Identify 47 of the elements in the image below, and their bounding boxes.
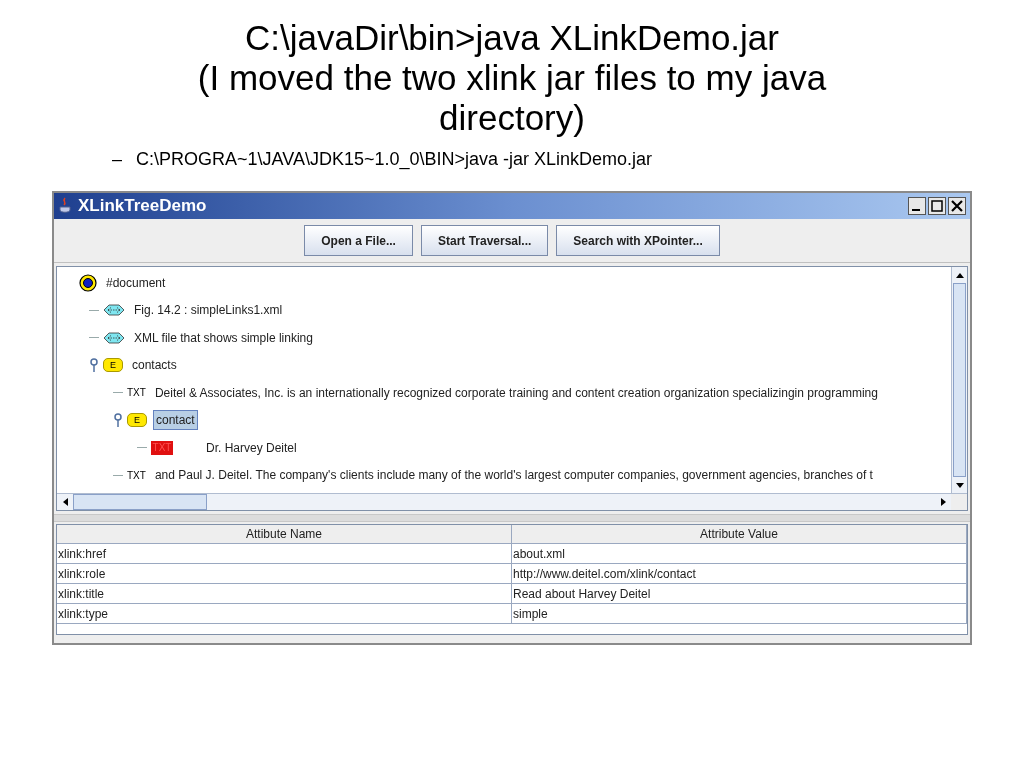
table-cell: http://www.deitel.com/xlink/contact — [512, 564, 967, 584]
bullet-marker: – — [112, 148, 122, 171]
element-node-icon: E — [103, 358, 123, 373]
tree-node[interactable]: Dr. Harvey Deitel — [203, 437, 300, 458]
toolbar-button[interactable]: Search with XPointer... — [556, 225, 720, 256]
element-node-icon: E — [127, 413, 147, 428]
vertical-scrollbar[interactable] — [951, 267, 967, 493]
close-icon[interactable] — [948, 197, 966, 215]
document-node-icon — [79, 273, 97, 292]
scroll-down-icon[interactable] — [955, 482, 964, 488]
tree-node[interactable]: contact — [153, 410, 198, 431]
window-title: XLinkTreeDemo — [78, 195, 207, 218]
text-node-icon: TXT — [151, 440, 173, 455]
expanded-handle-icon[interactable] — [89, 358, 99, 373]
text-node-icon: TXT — [127, 385, 146, 401]
slide-title: C:\javaDir\bin>java XLinkDemo.jar — [245, 18, 779, 58]
slide-title: (I moved the two xlink jar files to my java directory) — [196, 58, 828, 138]
column-header[interactable]: Attribute Value — [512, 525, 967, 544]
table-cell: xlink:title — [57, 584, 512, 604]
tree-node[interactable]: Fig. 14.2 : simpleLinks1.xml — [131, 300, 286, 321]
table-cell: Read about Harvey Deitel — [512, 584, 967, 604]
toolbar-button[interactable]: Open a File... — [304, 225, 413, 256]
maximize-icon[interactable] — [928, 197, 946, 215]
scroll-right-icon[interactable] — [940, 498, 946, 506]
table-cell: xlink:href — [57, 544, 512, 564]
scroll-up-icon[interactable] — [955, 272, 964, 278]
table-cell: simple — [512, 604, 967, 624]
tree-node[interactable]: #document — [103, 272, 169, 293]
table-cell: about.xml — [512, 544, 967, 564]
minimize-icon[interactable] — [908, 197, 926, 215]
text-node-icon: TXT — [127, 467, 146, 483]
tree-node[interactable]: contacts — [129, 355, 180, 376]
link-node-icon — [103, 304, 125, 317]
scrollbar-corner — [951, 494, 967, 510]
expanded-handle-icon[interactable] — [113, 413, 123, 428]
bullet-text: C:\PROGRA~1\JAVA\JDK15~1.0_0\BIN>java -jar XLinkDemo.jar — [136, 148, 653, 172]
horizontal-scrollbar[interactable] — [57, 494, 951, 510]
tree-node[interactable]: XML file that shows simple linking — [131, 327, 316, 348]
link-node-icon — [103, 331, 125, 344]
coffee-cup-icon — [58, 197, 72, 215]
table-cell: xlink:type — [57, 604, 512, 624]
scroll-left-icon[interactable] — [62, 498, 68, 506]
tree-node[interactable]: and Paul J. Deitel. The company's clients include many of the world's largest computer companies, government agencies, branches of t — [151, 465, 876, 486]
column-header[interactable]: Attibute Name — [57, 525, 512, 544]
tree-node[interactable]: Deitel & Associates, Inc. is an internationally recognized corporate training and content creation organization specializingin programming — [151, 382, 881, 403]
table-cell: xlink:role — [57, 564, 512, 584]
toolbar-button[interactable]: Start Traversal... — [420, 225, 549, 256]
